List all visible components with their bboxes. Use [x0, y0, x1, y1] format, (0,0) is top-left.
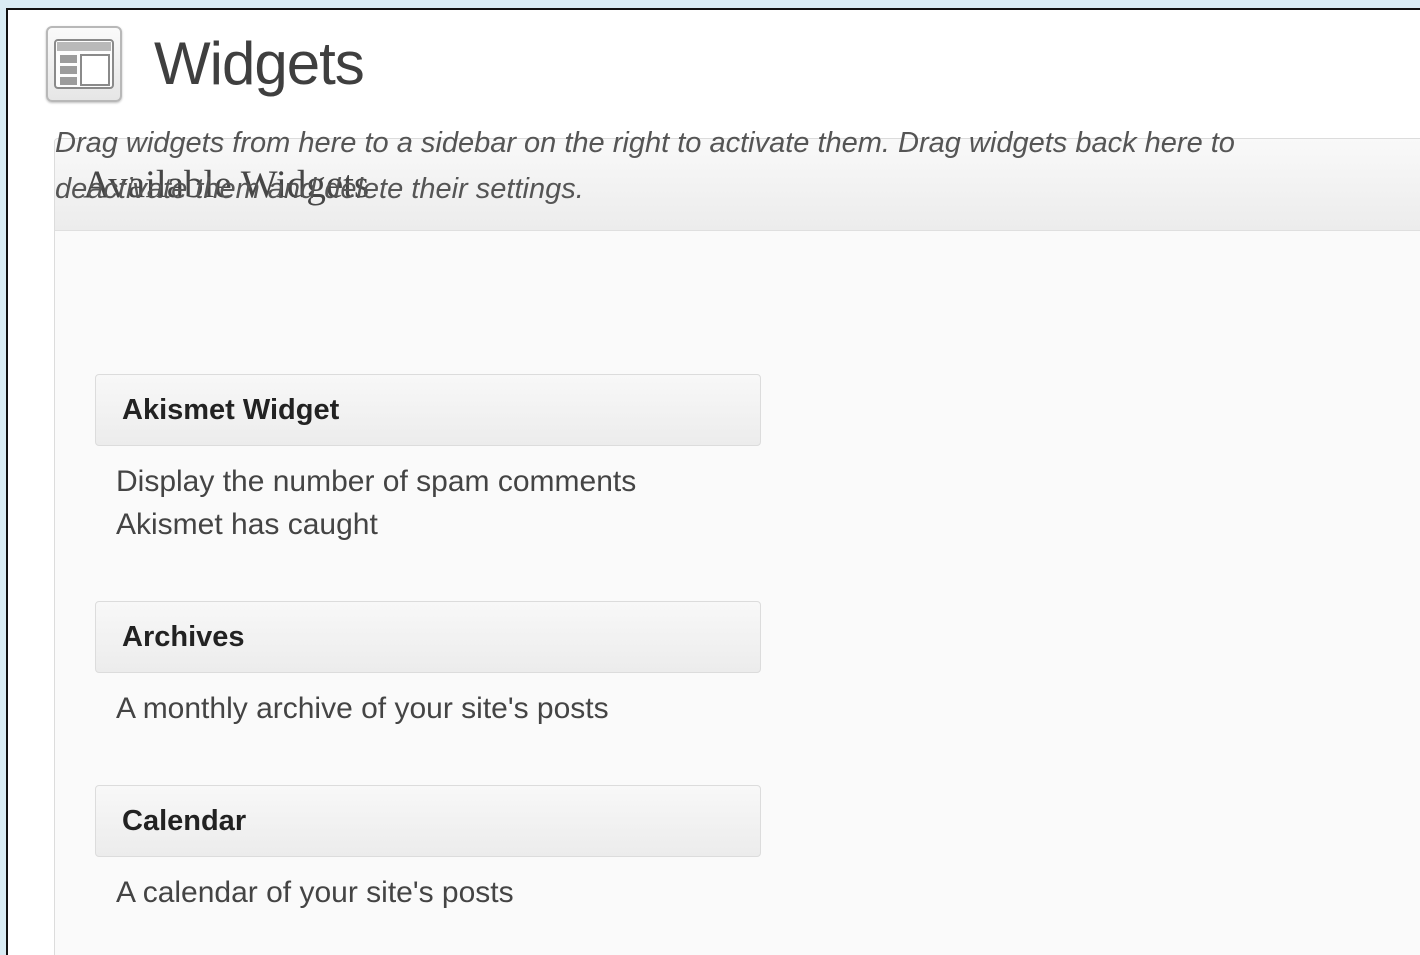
- main-content-frame: Widgets Available Widgets Drag widgets f…: [6, 8, 1420, 955]
- widgets-layout-icon: [46, 26, 122, 102]
- widget-akismet[interactable]: Akismet Widget Display the number of spa…: [95, 374, 761, 546]
- widget-description: Display the number of spam comments Akis…: [116, 465, 637, 541]
- widget-title: Archives: [122, 620, 245, 653]
- page-title: Widgets: [154, 30, 365, 97]
- widget-title: Calendar: [122, 804, 247, 837]
- widget-title: Akismet Widget: [122, 393, 340, 426]
- widget-handle[interactable]: Archives: [95, 601, 761, 673]
- widget-description: A monthly archive of your site's posts: [116, 692, 609, 725]
- widgets-layout-icon-graphic: [54, 39, 114, 89]
- widget-handle[interactable]: Akismet Widget: [95, 374, 761, 446]
- available-widgets-description: Drag widgets from here to a sidebar on t…: [55, 127, 1235, 205]
- widget-description: A calendar of your site's posts: [116, 876, 514, 909]
- widget-calendar[interactable]: Calendar A calendar of your site's posts: [95, 785, 761, 914]
- widget-handle[interactable]: Calendar: [95, 785, 761, 857]
- widget-archives[interactable]: Archives A monthly archive of your site'…: [95, 601, 761, 730]
- page-header: Widgets: [46, 22, 365, 106]
